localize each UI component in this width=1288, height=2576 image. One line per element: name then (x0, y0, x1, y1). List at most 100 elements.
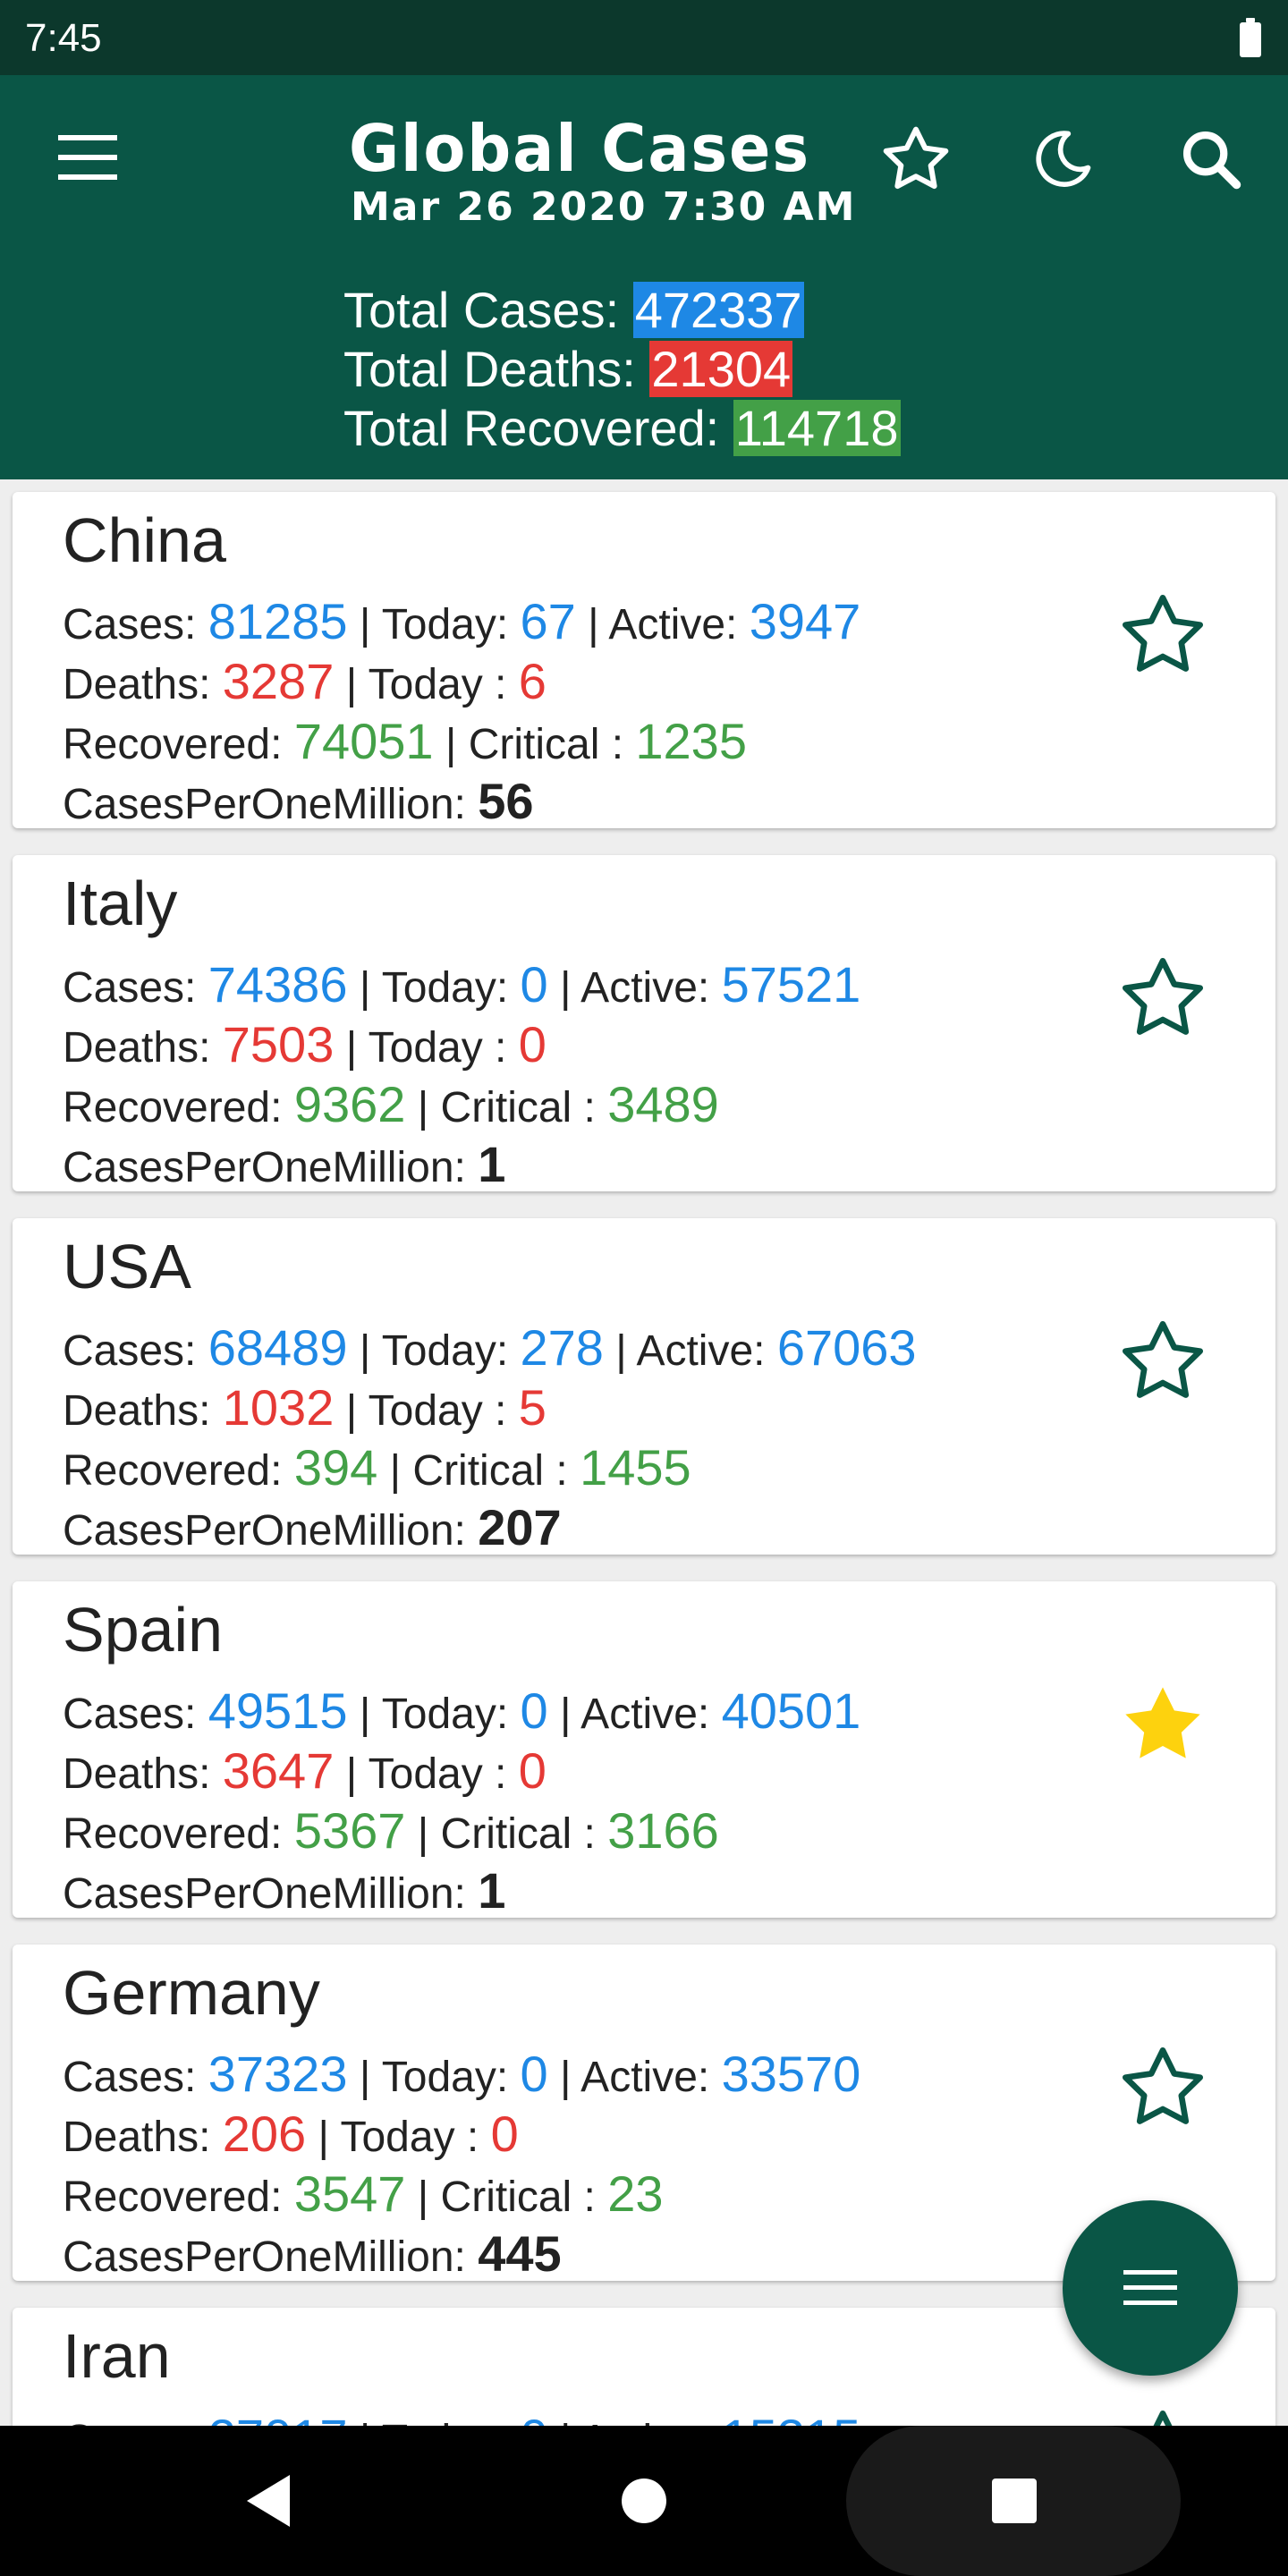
country-name: China (63, 505, 226, 575)
today-label: | Today: (359, 964, 509, 1012)
recents-icon (992, 2479, 1037, 2523)
country-card[interactable]: China Cases: 81285 | Today: 67 | Active: … (13, 492, 1275, 830)
favorite-star-button[interactable] (1118, 2043, 1216, 2141)
cases-value: 81285 (208, 593, 348, 649)
favorites-button[interactable] (873, 116, 959, 202)
system-nav-bar (0, 2426, 1288, 2576)
menu-icon (58, 135, 117, 180)
favorite-star-button[interactable] (1118, 953, 1216, 1052)
cases-label: Cases: (63, 2417, 196, 2426)
active-value: 33570 (721, 2046, 861, 2102)
today-label: | Today: (359, 1327, 509, 1375)
per-million-label: CasesPerOneMillion: (63, 1507, 466, 1555)
country-list[interactable]: China Cases: 81285 | Today: 67 | Active: … (0, 479, 1288, 2426)
country-name: Germany (63, 1958, 320, 2028)
today-deaths-value: 6 (518, 653, 547, 709)
per-million-value: 1 (478, 1862, 506, 1919)
search-button[interactable] (1168, 116, 1254, 202)
deaths-label: Deaths: (63, 1750, 211, 1798)
today-deaths-label: | Today : (345, 1024, 507, 1072)
per-million-label: CasesPerOneMillion: (63, 2233, 466, 2281)
critical-value: 1455 (580, 1439, 691, 1496)
favorite-star-button[interactable] (1118, 2406, 1216, 2426)
total-cases-value: 472337 (632, 282, 804, 338)
favorite-star-button[interactable] (1118, 1680, 1216, 1778)
deaths-value: 206 (222, 2106, 307, 2162)
back-icon (247, 2475, 290, 2527)
critical-label: | Critical : (445, 721, 624, 768)
status-time: 7:45 (25, 16, 102, 60)
total-deaths-row: Total Deaths: 21304 (343, 340, 901, 399)
deaths-value: 3647 (222, 1742, 335, 1799)
recovered-row: Recovered: 5367 | Critical : 3166 (63, 1801, 719, 1860)
recovered-label: Recovered: (63, 2174, 283, 2221)
active-label: | Active: (615, 1327, 766, 1375)
active-label: | Active: (560, 2417, 709, 2426)
page-title: Global Cases (349, 111, 810, 186)
total-deaths-value: 21304 (649, 341, 793, 397)
favorite-star-button[interactable] (1118, 590, 1216, 689)
favorite-star-button[interactable] (1118, 1317, 1216, 1415)
home-button[interactable] (599, 2456, 689, 2546)
night-mode-button[interactable] (1020, 116, 1106, 202)
cases-value: 49515 (208, 1682, 348, 1739)
active-value: 15315 (722, 2409, 861, 2426)
total-recovered-label: Total Recovered: (343, 400, 720, 456)
deaths-label: Deaths: (63, 1387, 211, 1435)
active-label: | Active: (588, 601, 738, 648)
deaths-value: 3287 (222, 653, 335, 709)
menu-button[interactable] (45, 114, 131, 200)
per-million-value: 445 (478, 2225, 562, 2282)
country-name: Iran (63, 2321, 171, 2391)
today-label: | Today: (359, 1690, 509, 1738)
deaths-value: 1032 (222, 1379, 335, 1436)
today-cases-value: 0 (520, 2046, 548, 2102)
fab-menu-button[interactable] (1063, 2200, 1238, 2376)
critical-label: | Critical : (417, 2174, 596, 2221)
deaths-label: Deaths: (63, 661, 211, 708)
cases-value: 68489 (208, 1319, 348, 1376)
active-value: 3947 (749, 593, 861, 649)
today-deaths-label: | Today : (318, 2114, 479, 2161)
per-million-row: CasesPerOneMillion: 56 (63, 772, 533, 830)
app-bar: Global Cases Mar 26 2020 7:30 AM Total C… (0, 75, 1288, 479)
deaths-label: Deaths: (63, 2114, 211, 2161)
active-label: | Active: (560, 1690, 710, 1738)
recovered-row: Recovered: 394 | Critical : 1455 (63, 1438, 691, 1496)
total-cases-row: Total Cases: 472337 (343, 281, 901, 340)
critical-label: | Critical : (389, 1447, 568, 1495)
country-card[interactable]: USA Cases: 68489 | Today: 278 | Active: 6… (13, 1218, 1275, 1555)
critical-value: 3489 (607, 1076, 719, 1132)
today-deaths-value: 0 (518, 1016, 547, 1072)
country-card[interactable]: Italy Cases: 74386 | Today: 0 | Active: 5… (13, 855, 1275, 1192)
today-cases-value: 0 (520, 956, 548, 1013)
star-filled-icon (1125, 1687, 1200, 1758)
recents-button[interactable] (970, 2456, 1059, 2546)
star-outline-icon (1123, 2047, 1203, 2124)
recovered-label: Recovered: (63, 1810, 283, 1858)
country-card[interactable]: Spain Cases: 49515 | Today: 0 | Active: 4… (13, 1581, 1275, 1919)
active-value: 57521 (721, 956, 861, 1013)
star-outline-icon (883, 126, 949, 190)
moon-icon (1036, 131, 1091, 187)
today-deaths-label: | Today : (345, 1387, 507, 1435)
critical-value: 1235 (635, 713, 747, 769)
cases-label: Cases: (63, 601, 197, 648)
cases-row: Cases: 37323 | Today: 0 | Active: 33570 (63, 2045, 860, 2103)
home-icon (622, 2479, 666, 2523)
star-outline-icon (1123, 958, 1203, 1035)
deaths-row: Deaths: 206 | Today : 0 (63, 2105, 519, 2163)
recovered-value: 3547 (293, 2165, 406, 2222)
recovered-row: Recovered: 3547 | Critical : 23 (63, 2165, 664, 2223)
cases-label: Cases: (63, 1690, 197, 1738)
cases-value: 37323 (208, 2046, 348, 2102)
today-deaths-value: 0 (518, 1742, 547, 1799)
back-button[interactable] (224, 2456, 313, 2546)
cases-value: 74386 (208, 956, 348, 1013)
today-deaths-value: 0 (490, 2106, 519, 2162)
recovered-value: 74051 (293, 713, 434, 769)
per-million-value: 1 (478, 1136, 506, 1192)
recovered-value: 5367 (293, 1802, 406, 1859)
total-cases-label: Total Cases: (343, 282, 620, 338)
country-name: USA (63, 1232, 191, 1301)
